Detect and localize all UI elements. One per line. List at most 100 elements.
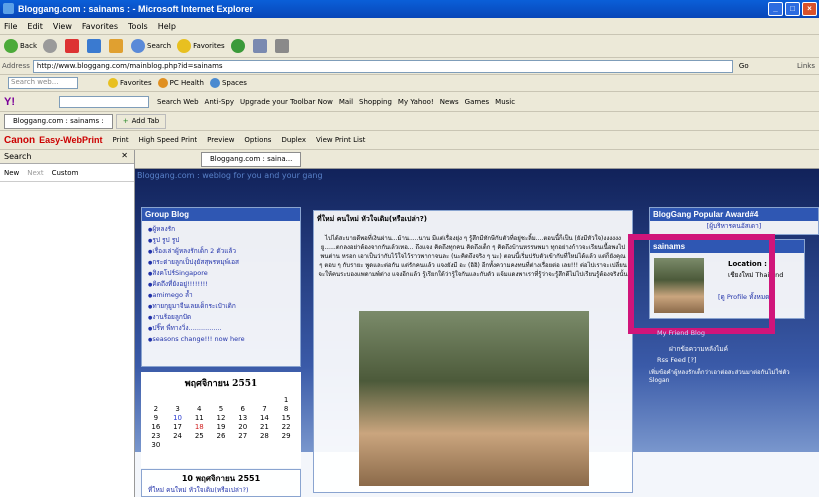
calendar-day[interactable]: 29 [275, 432, 297, 440]
calendar-day [254, 396, 276, 404]
calendar-day[interactable]: 5 [210, 405, 232, 413]
close-button[interactable]: × [802, 2, 817, 16]
favorites-button[interactable]: Favorites [177, 39, 225, 53]
calendar-day[interactable]: 14 [254, 414, 276, 422]
list-item[interactable]: ปริ๊ท พี่ทางวิ่ง................ [148, 323, 294, 334]
tab-active[interactable]: Bloggang.com : sainams : [4, 113, 113, 129]
calendar-day[interactable]: 2 [145, 405, 167, 413]
view-print-list-button[interactable]: View Print List [316, 136, 365, 144]
menu-edit[interactable]: Edit [27, 22, 43, 31]
links-button[interactable]: Links [797, 62, 815, 70]
stop-button[interactable] [65, 39, 81, 53]
web-search-input[interactable]: Search web... [8, 77, 78, 89]
menu-favorites[interactable]: Favorites [82, 22, 118, 31]
calendar-day[interactable]: 12 [210, 414, 232, 422]
back-button[interactable]: Back [4, 39, 37, 53]
close-icon[interactable]: ✕ [121, 151, 128, 160]
options-button[interactable]: Options [244, 136, 271, 144]
shopping-button[interactable]: Shopping [359, 98, 392, 106]
yahoo-mail-button[interactable]: Mail [339, 98, 353, 106]
calendar-day[interactable]: 26 [210, 432, 232, 440]
home-button[interactable] [109, 39, 125, 53]
games-button[interactable]: Games [465, 98, 490, 106]
calendar-day[interactable]: 25 [188, 432, 210, 440]
calendar-day[interactable]: 27 [232, 432, 254, 440]
calendar-day[interactable]: 9 [145, 414, 167, 422]
calendar-day[interactable]: 8 [275, 405, 297, 413]
high-speed-print-button[interactable]: High Speed Print [139, 136, 198, 144]
calendar-day[interactable]: 1 [275, 396, 297, 404]
calendar-day[interactable]: 30 [145, 441, 167, 449]
calendar-day[interactable]: 11 [188, 414, 210, 422]
yahoo-search-input[interactable] [59, 95, 149, 108]
list-item[interactable]: ทายกุยูมาจีนเลยเด็กระเป๋าเดิก [148, 301, 294, 312]
music-button[interactable]: Music [495, 98, 515, 106]
pchealth-button[interactable]: PC Health [157, 78, 204, 88]
mail-button[interactable] [252, 39, 269, 53]
list-item[interactable]: สิงคโปร์Singapore [148, 268, 294, 279]
calendar-day[interactable]: 7 [254, 405, 276, 413]
news-button[interactable]: News [440, 98, 459, 106]
list-item[interactable]: เรื่องเล่าผู้หลงรักเด็ก 2 ตัวแล้ว [148, 246, 294, 257]
calendar-day[interactable]: 6 [232, 405, 254, 413]
menu-file[interactable]: File [4, 22, 17, 31]
site-header[interactable]: Bloggang.com : weblog for you and your g… [137, 171, 323, 180]
calendar-day[interactable]: 24 [167, 432, 189, 440]
canon-print-button[interactable]: Print [112, 136, 128, 144]
calendar-day[interactable]: 20 [232, 423, 254, 431]
list-item[interactable]: seasons change!!! now here [148, 334, 294, 345]
menu-tools[interactable]: Tools [128, 22, 148, 31]
calendar-day[interactable]: 10 [167, 414, 189, 422]
list-item[interactable]: amimego ล้ำ [148, 290, 294, 301]
add-tab-button[interactable]: + Add Tab [115, 113, 167, 129]
maximize-button[interactable]: □ [785, 2, 800, 16]
history-button[interactable] [230, 39, 247, 53]
calendar-day[interactable]: 13 [232, 414, 254, 422]
calendar-day[interactable]: 23 [145, 432, 167, 440]
easywebprint-menu[interactable]: Easy-WebPrint [39, 135, 102, 145]
list-item[interactable]: คิดถึงที่ยังอยู่!!!!!!!! [148, 279, 294, 290]
list-item[interactable]: งานร้อยลูกปัด [148, 312, 294, 323]
calendar-day[interactable]: 19 [210, 423, 232, 431]
print-button[interactable] [274, 39, 291, 53]
calendar-day[interactable]: 17 [167, 423, 189, 431]
calendar-day[interactable]: 22 [275, 423, 297, 431]
calendar-day[interactable]: 15 [275, 414, 297, 422]
inner-tab[interactable]: Bloggang.com : saina... [201, 151, 302, 167]
duplex-button[interactable]: Duplex [281, 136, 306, 144]
menu-help[interactable]: Help [158, 22, 176, 31]
yahoo-logo[interactable]: Y! [4, 96, 15, 108]
upgrade-button[interactable]: Upgrade your Toolbar Now [240, 98, 333, 106]
calendar-day[interactable]: 18 [188, 423, 210, 431]
leave-message-link[interactable]: ฝากข้อความหลังไมค์ [669, 344, 728, 354]
rss-link[interactable]: Rss Feed [?] [657, 356, 696, 364]
calendar-day[interactable]: 21 [254, 423, 276, 431]
list-item[interactable]: รูป รูป รูป [148, 235, 294, 246]
menu-view[interactable]: View [53, 22, 72, 31]
anti-spy-button[interactable]: Anti-Spy [205, 98, 234, 106]
next-button[interactable]: Next [27, 169, 43, 177]
calendar-day[interactable]: 28 [254, 432, 276, 440]
spaces-button[interactable]: Spaces [209, 78, 247, 88]
address-input[interactable]: http://www.bloggang.com/mainblog.php?id=… [32, 59, 733, 73]
new-search-button[interactable]: New [4, 169, 19, 177]
customize-button[interactable]: Custom [52, 169, 79, 177]
friend-blog-link[interactable]: My Friend Blog [657, 329, 705, 337]
calendar-day[interactable]: 16 [145, 423, 167, 431]
preview-button[interactable]: Preview [207, 136, 234, 144]
go-button[interactable]: Go [739, 62, 749, 70]
award-link[interactable]: [ผู้บริหารคนอัสเดา] [650, 221, 818, 231]
calendar-day[interactable]: 3 [167, 405, 189, 413]
calendar: พฤศจิกายน 2551 1 2 3 4 5 6 7 8 9 10 11 12 13 14 15 16 17… [141, 372, 301, 468]
calendar-day[interactable]: 4 [188, 405, 210, 413]
minimize-button[interactable]: _ [768, 2, 783, 16]
post-link[interactable]: ที่ใหม่ คนใหม่ หัวใจเดิม(หรือเปล่า?) [142, 485, 300, 495]
search-web-button[interactable]: Search Web [157, 98, 199, 106]
refresh-button[interactable] [87, 39, 103, 53]
favorites-button-2[interactable]: Favorites [108, 78, 152, 88]
list-item[interactable]: ผู้หลงรัก [148, 224, 294, 235]
list-item[interactable]: กระต่ายลูกเป็ปงุยัสสุพรหมุพ์เอส [148, 257, 294, 268]
search-button[interactable]: Search [131, 39, 171, 53]
forward-button[interactable] [43, 39, 59, 53]
my-yahoo-button[interactable]: My Yahoo! [398, 98, 434, 106]
